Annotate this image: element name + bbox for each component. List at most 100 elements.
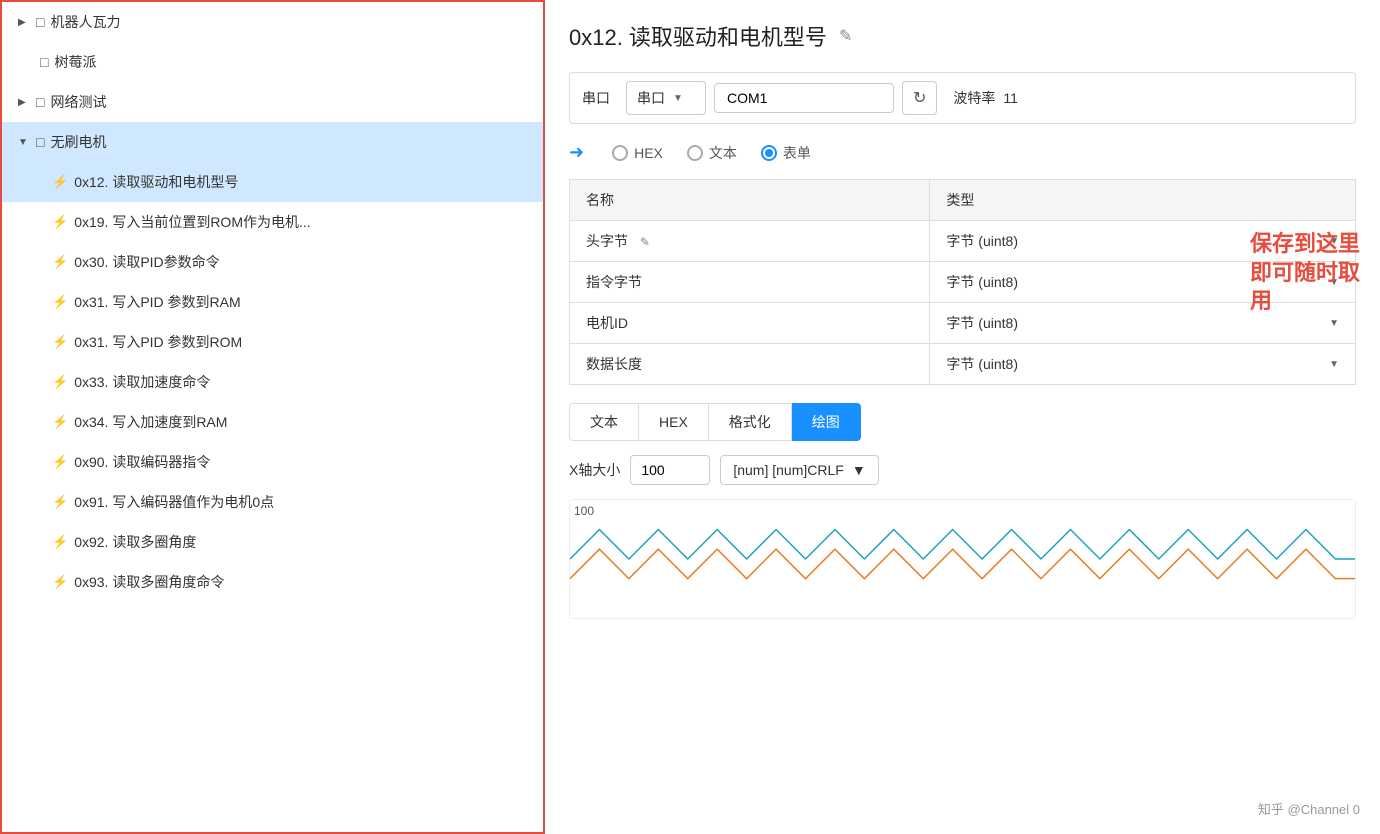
radio-text[interactable] [687,145,703,161]
serial-port-dropdown[interactable]: 串口 ▼ [626,81,706,115]
page-title-row: 0x12. 读取驱动和电机型号 ✎ [569,20,1356,52]
arrow-icon: ▶ [18,17,30,28]
table-cell-name: 头字节 ✎ [570,221,930,262]
sidebar-item-cmd0x92[interactable]: ⚡ 0x92. 读取多圈角度 [2,522,543,562]
table-row: 电机ID 字节 (uint8) ▼ [570,303,1356,344]
sidebar-item-cmd0x93[interactable]: ⚡ 0x93. 读取多圈角度命令 [2,562,543,602]
dropdown-arrow-icon: ▼ [673,93,683,104]
sidebar-item-cmd0x34[interactable]: ⚡ 0x34. 写入加速度到RAM [2,402,543,442]
sidebar-item-cmd0x91[interactable]: ⚡ 0x91. 写入编码器值作为电机0点 [2,482,543,522]
sidebar-item-cmd0x19[interactable]: ⚡ 0x19. 写入当前位置到ROM作为电机... [2,202,543,242]
sidebar: ▶ □ 机器人瓦力 □ 树莓派 ▶ □ 网络测试 ▼ □ 无刷电机 ⚡ 0x12… [0,0,545,834]
chart-y-label: 100 [574,504,594,518]
output-tab-chart[interactable]: 绘图 [792,403,861,441]
sidebar-item-label: 0x90. 读取编码器指令 [74,452,210,472]
watermark: 知乎 @Channel 0 [1258,799,1360,818]
cmd-icon: ⚡ [52,334,68,350]
type-dropdown-arrow-icon: ▼ [1329,318,1339,329]
sidebar-item-cmd0x30[interactable]: ⚡ 0x30. 读取PID参数命令 [2,242,543,282]
baud-label: 波特率 [945,88,995,108]
com-input[interactable] [714,83,894,113]
chart-svg [570,500,1355,618]
folder-icon: □ [40,54,48,70]
tab-hex[interactable]: HEX [612,145,663,161]
sidebar-item-cmd0x33[interactable]: ⚡ 0x33. 读取加速度命令 [2,362,543,402]
serial-row: 串口 串口 ▼ ↻ 波特率 11 [569,72,1356,124]
cmd-icon: ⚡ [52,494,68,510]
cmd-icon: ⚡ [52,254,68,270]
format-select-dropdown[interactable]: [num] [num]CRLF ▼ [720,455,878,485]
table-row: 指令字节 字节 (uint8) ▼ [570,262,1356,303]
folder-icon: □ [36,14,44,30]
sidebar-item-jiqiren[interactable]: ▶ □ 机器人瓦力 [2,2,543,42]
sidebar-item-label: 无刷电机 [50,132,106,152]
table-cell-name: 数据长度 [570,344,930,385]
sidebar-item-label: 0x30. 读取PID参数命令 [74,252,219,272]
tab-arrow-icon: ➜ [569,142,584,163]
data-table: 名称 类型 头字节 ✎ 字节 (uint8) ▼ 指令字节 [569,179,1356,385]
sidebar-item-label: 网络测试 [50,92,106,112]
table-row: 头字节 ✎ 字节 (uint8) ▼ [570,221,1356,262]
output-tab-hex[interactable]: HEX [639,403,709,441]
cmd-icon: ⚡ [52,374,68,390]
sidebar-item-label: 0x91. 写入编码器值作为电机0点 [74,492,274,512]
cmd-icon: ⚡ [52,414,68,430]
sidebar-item-label: 0x92. 读取多圈角度 [74,532,196,552]
baud-value: 11 [1003,90,1018,106]
xaxis-input[interactable] [630,455,710,485]
type-dropdown-arrow-icon: ▼ [1329,359,1339,370]
edit-pencil-icon[interactable]: ✎ [640,235,650,249]
tab-text-label: 文本 [709,143,737,163]
refresh-button[interactable]: ↻ [902,81,937,115]
sidebar-item-cmd0x12[interactable]: ⚡ 0x12. 读取驱动和电机型号 [2,162,543,202]
main-content: 0x12. 读取驱动和电机型号 ✎ 串口 串口 ▼ ↻ 波特率 11 ➜ HEX… [545,0,1380,834]
sidebar-item-label: 0x93. 读取多圈角度命令 [74,572,224,592]
cmd-icon: ⚡ [52,574,68,590]
table-cell-type[interactable]: 字节 (uint8) ▼ [930,262,1356,303]
table-cell-name: 指令字节 [570,262,930,303]
table-cell-name: 电机ID [570,303,930,344]
sidebar-item-label: 0x31. 写入PID 参数到RAM [74,292,240,312]
radio-hex[interactable] [612,145,628,161]
arrow-icon: ▶ [18,97,30,108]
folder-icon: □ [36,134,44,150]
serial-label: 串口 [582,88,618,108]
sidebar-item-shumopai[interactable]: □ 树莓派 [2,42,543,82]
sidebar-item-wushuadianj[interactable]: ▼ □ 无刷电机 [2,122,543,162]
format-select-arrow-icon: ▼ [852,462,866,478]
output-tabs: 文本 HEX 格式化 绘图 [569,403,1356,441]
sidebar-item-label: 0x31. 写入PID 参数到ROM [74,332,242,352]
output-tab-text[interactable]: 文本 [569,403,639,441]
tab-form[interactable]: 表单 [761,143,811,163]
sidebar-item-label: 0x12. 读取驱动和电机型号 [74,172,238,192]
table-cell-type[interactable]: 字节 (uint8) ▼ [930,221,1356,262]
sidebar-item-cmd0x31a[interactable]: ⚡ 0x31. 写入PID 参数到RAM [2,282,543,322]
xaxis-label: X轴大小 [569,460,620,480]
radio-form[interactable] [761,145,777,161]
table-header-type: 类型 [930,180,1356,221]
arrow-icon: ▼ [18,137,30,148]
tab-text[interactable]: 文本 [687,143,737,163]
output-tab-format[interactable]: 格式化 [709,403,792,441]
sidebar-item-label: 0x33. 读取加速度命令 [74,372,210,392]
sidebar-item-cmd0x90[interactable]: ⚡ 0x90. 读取编码器指令 [2,442,543,482]
page-title: 0x12. 读取驱动和电机型号 [569,20,827,52]
type-dropdown-arrow-icon: ▼ [1329,236,1339,247]
table-row: 数据长度 字节 (uint8) ▼ [570,344,1356,385]
edit-title-icon[interactable]: ✎ [839,26,852,46]
sidebar-item-label: 机器人瓦力 [50,12,120,32]
tab-form-label: 表单 [783,143,811,163]
table-header-name: 名称 [570,180,930,221]
cmd-icon: ⚡ [52,214,68,230]
sidebar-item-cmd0x31b[interactable]: ⚡ 0x31. 写入PID 参数到ROM [2,322,543,362]
sidebar-item-wangluoceshi[interactable]: ▶ □ 网络测试 [2,82,543,122]
sidebar-item-label: 树莓派 [54,52,96,72]
cmd-icon: ⚡ [52,454,68,470]
sidebar-item-label: 0x19. 写入当前位置到ROM作为电机... [74,212,310,232]
format-select-value: [num] [num]CRLF [733,462,843,478]
table-cell-type[interactable]: 字节 (uint8) ▼ [930,344,1356,385]
table-cell-type[interactable]: 字节 (uint8) ▼ [930,303,1356,344]
chart-area: 100 [569,499,1356,619]
xaxis-row: X轴大小 [num] [num]CRLF ▼ [569,455,1356,485]
folder-icon: □ [36,94,44,110]
